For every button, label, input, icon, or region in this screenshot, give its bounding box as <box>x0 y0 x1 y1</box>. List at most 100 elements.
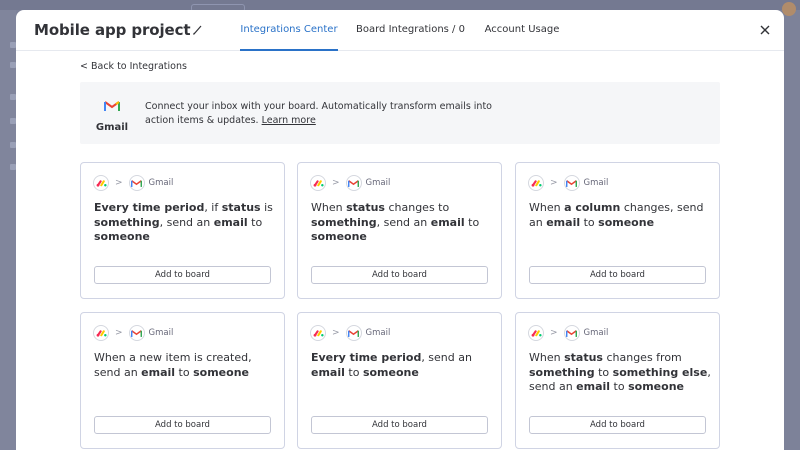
recipe-text: to <box>594 365 613 379</box>
modal-header: Mobile app project Integrations Center B… <box>16 10 784 51</box>
service-name: Gmail <box>583 178 609 188</box>
recipe-text: to <box>175 365 194 379</box>
recipe-text: to <box>464 215 480 229</box>
recipe-text: changes from <box>602 351 682 364</box>
monday-logo-icon <box>310 175 326 191</box>
recipe-card-header: > Gmail <box>528 175 608 191</box>
recipe-text: is <box>260 201 273 214</box>
recipe-token: email <box>311 365 345 379</box>
service-name: Gmail <box>365 328 391 338</box>
recipe-text: to <box>344 365 363 379</box>
gmail-icon <box>345 325 362 341</box>
recipe-token: email <box>576 380 611 393</box>
recipe-card-header: > Gmail <box>310 325 390 341</box>
recipe-token: status <box>346 201 385 214</box>
recipe-text: , if <box>204 201 222 214</box>
service-name: Gmail <box>148 178 174 188</box>
tab-board-integrations[interactable]: Board Integrations / 0 <box>356 10 465 51</box>
add-to-board-button[interactable]: Add to board <box>529 416 706 434</box>
gmail-icon <box>563 175 580 191</box>
recipe-token: email <box>546 215 581 229</box>
recipe-card: > Gmail Every time period, if status is so… <box>80 162 285 299</box>
recipe-text: , send an <box>159 215 214 229</box>
recipe-token: someone <box>193 365 249 379</box>
recipe-card: > Gmail Every time period, send an email t… <box>297 312 502 449</box>
recipe-token: something <box>311 215 377 229</box>
add-to-board-button[interactable]: Add to board <box>311 266 488 284</box>
recipe-sentence: When a new item is created, send an emai… <box>94 351 276 380</box>
recipe-text: to <box>580 215 599 229</box>
recipe-token: someone <box>362 365 419 379</box>
avatar <box>782 2 796 16</box>
recipe-token: something <box>529 365 595 379</box>
recipe-text: changes to <box>384 201 450 214</box>
service-name: Gmail <box>365 178 391 188</box>
tab-integrations-center[interactable]: Integrations Center <box>240 10 338 51</box>
recipe-sentence: Every time period, send an email to some… <box>311 351 493 380</box>
chevron-right-icon: > <box>332 178 340 188</box>
recipe-token: someone <box>628 380 684 393</box>
gmail-icon <box>345 175 362 191</box>
modal-title[interactable]: Mobile app project <box>34 21 203 39</box>
close-icon[interactable] <box>758 23 772 37</box>
add-to-board-button[interactable]: Add to board <box>529 266 706 284</box>
recipe-token: someone <box>598 215 655 229</box>
recipe-card: > Gmail When status changes from something… <box>515 312 720 449</box>
back-to-integrations-link[interactable]: < Back to Integrations <box>80 61 187 72</box>
recipe-text: When <box>529 201 565 214</box>
recipe-text: When <box>529 351 565 364</box>
recipe-text: to <box>610 380 629 393</box>
monday-logo-icon <box>528 175 544 191</box>
recipe-sentence: When status changes to something, send a… <box>311 201 493 245</box>
pencil-icon[interactable] <box>192 24 203 36</box>
recipe-sentence: When a column changes, send an email to … <box>529 201 711 230</box>
banner-service-name: Gmail <box>95 122 129 133</box>
recipe-token: Every time period <box>311 351 422 364</box>
recipe-card-header: > Gmail <box>310 175 390 191</box>
recipe-sentence: Every time period, if status is somethin… <box>94 201 276 245</box>
recipe-token: status <box>564 351 603 364</box>
recipe-text: When <box>311 201 347 214</box>
recipe-card-header: > Gmail <box>93 325 173 341</box>
recipe-token: a column <box>564 201 621 214</box>
gmail-icon <box>563 325 580 341</box>
gmail-banner: Gmail Connect your inbox with your board… <box>80 82 720 144</box>
add-to-board-button[interactable]: Add to board <box>311 416 488 434</box>
chevron-right-icon: > <box>115 328 123 338</box>
recipe-text: , send an <box>421 351 472 364</box>
recipe-token: status <box>221 201 261 214</box>
recipe-token: something <box>94 215 160 229</box>
recipe-token: email <box>141 365 176 379</box>
recipe-text: , send an <box>376 215 431 229</box>
recipe-token: someone <box>311 230 367 243</box>
chevron-right-icon: > <box>332 328 340 338</box>
recipe-token: Every time period <box>94 201 205 214</box>
add-to-board-button[interactable]: Add to board <box>94 416 271 434</box>
service-name: Gmail <box>148 328 174 338</box>
gmail-icon <box>128 175 145 191</box>
monday-logo-icon <box>93 325 109 341</box>
recipe-token: email <box>213 215 248 229</box>
banner-description-text: Connect your inbox with your board. Auto… <box>145 101 492 126</box>
monday-logo-icon <box>310 325 326 341</box>
gmail-icon <box>104 101 120 111</box>
recipe-sentence: When status changes from something to so… <box>529 351 711 395</box>
recipe-token: email <box>430 215 465 229</box>
monday-logo-icon <box>528 325 544 341</box>
add-to-board-button[interactable]: Add to board <box>94 266 271 284</box>
recipe-card: > Gmail When a new item is created, send a… <box>80 312 285 449</box>
background-sidebar <box>0 10 16 450</box>
tab-account-usage[interactable]: Account Usage <box>484 10 560 51</box>
chevron-right-icon: > <box>550 178 558 188</box>
gmail-icon <box>128 325 145 341</box>
integration-modal: Mobile app project Integrations Center B… <box>16 10 784 450</box>
chevron-right-icon: > <box>115 178 123 188</box>
background-topbar <box>0 0 800 10</box>
service-name: Gmail <box>583 328 609 338</box>
recipe-card-header: > Gmail <box>528 325 608 341</box>
learn-more-link[interactable]: Learn more <box>262 115 316 126</box>
recipe-token: someone <box>94 230 150 243</box>
recipe-card-header: > Gmail <box>93 175 173 191</box>
chevron-right-icon: > <box>550 328 558 338</box>
banner-description: Connect your inbox with your board. Auto… <box>145 100 505 128</box>
